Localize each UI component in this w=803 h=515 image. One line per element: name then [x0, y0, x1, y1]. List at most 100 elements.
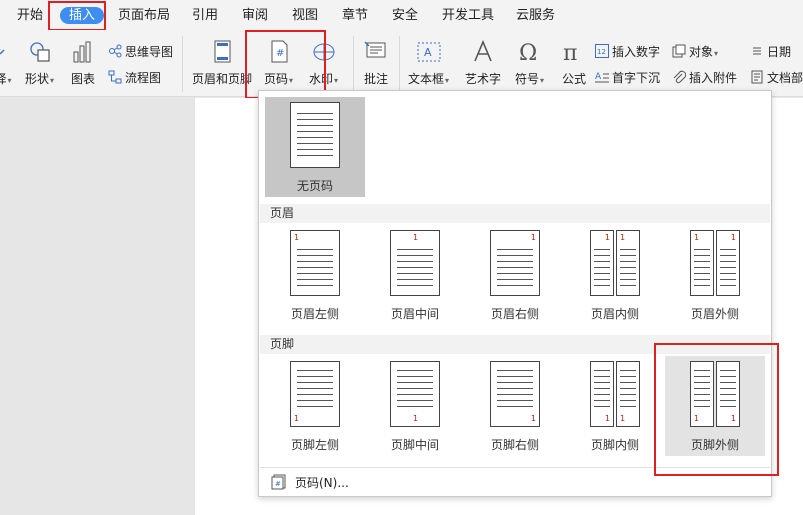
omega-icon: Ω [517, 40, 543, 66]
shapes-label: 形状 [25, 72, 50, 86]
date-icon [753, 47, 761, 55]
comment-icon [363, 40, 389, 64]
header-option-label: 页眉左侧 [290, 307, 339, 321]
mindmap-icon [109, 44, 122, 58]
wordart-button[interactable]: 艺术字 [465, 39, 502, 87]
object-label: 对象 [689, 45, 714, 59]
page-number-dialog-item[interactable]: # 页码(N)... [260, 467, 770, 495]
page-number-marker: 1 [620, 233, 626, 242]
footer-option-4[interactable]: 1 1 页脚内侧 [565, 356, 665, 456]
header-thumbnail-page: 1 [590, 230, 614, 296]
comment-label: 批注 [363, 72, 388, 86]
header-thumbnail-page: 1 [616, 230, 640, 296]
page-number-dropdown: 无页码 页眉 1 页眉左侧 1 页眉中间 1 页眉右侧 1 1 页眉内侧 1 1 页眉外侧 页脚 1 页… [258, 90, 772, 497]
menu-start[interactable]: 开始 [17, 7, 43, 24]
object-icon [672, 44, 686, 58]
ribbon-separator [353, 36, 354, 92]
drop-cap-icon: A [595, 72, 609, 83]
insert-number-label: 插入数字 [612, 45, 661, 59]
footer-thumbnail-page: 1 [490, 361, 540, 427]
page-number-dialog-label: 页码(N)... [295, 476, 349, 490]
menu-review[interactable]: 审阅 [242, 7, 268, 24]
footer-thumbnail-page: 1 [390, 361, 440, 427]
header-thumbnail-page: 1 [690, 230, 714, 296]
menu-insert[interactable]: 插入 [60, 7, 105, 24]
header-option-3[interactable]: 1 页眉右侧 [465, 225, 565, 325]
pi-icon: π [561, 40, 587, 66]
watermark-icon [311, 40, 337, 64]
menu-security[interactable]: 安全 [392, 7, 418, 24]
svg-text:π: π [563, 41, 577, 64]
header-footer-button[interactable]: 页眉和页脚 [192, 40, 252, 87]
flowchart-button[interactable]: 流程图 [108, 69, 161, 87]
header-option-label: 页眉外侧 [690, 307, 739, 321]
page-number-marker: 1 [413, 414, 419, 423]
watermark-button[interactable]: 水印▾ [309, 40, 338, 87]
header-option-1[interactable]: 1 页眉左侧 [265, 225, 365, 325]
shapes-button[interactable]: 形状▾ [25, 40, 54, 87]
symbol-label: 符号 [515, 72, 540, 86]
object-button[interactable]: 对象▾ [672, 43, 718, 61]
footer-thumbnail-page: 1 [716, 361, 740, 427]
svg-text:A: A [424, 46, 432, 59]
symbol-button[interactable]: Ω 符号▾ [515, 40, 544, 87]
page-number-marker: 1 [294, 414, 300, 423]
ribbon-separator [399, 36, 400, 92]
drop-cap-button[interactable]: A 首字下沉 [595, 69, 660, 87]
watermark-label: 水印 [309, 72, 334, 86]
footer-section-title: 页脚 [260, 335, 770, 354]
footer-option-2[interactable]: 1 页脚中间 [365, 356, 465, 456]
page-number-marker: 1 [530, 233, 536, 242]
menu-page-layout[interactable]: 页面布局 [118, 7, 170, 24]
header-thumbnail-page: 1 [490, 230, 540, 296]
footer-option-1[interactable]: 1 页脚左侧 [265, 356, 365, 456]
formula-button[interactable]: π 公式 [561, 40, 587, 87]
number-icon: 12 [595, 44, 609, 58]
header-thumbnail-page: 1 [716, 230, 740, 296]
attachment-button[interactable]: 插入附件 [672, 69, 737, 87]
insert-number-button[interactable]: 12 插入数字 [595, 43, 660, 61]
menu-references[interactable]: 引用 [192, 7, 218, 24]
menu-cloud[interactable]: 云服务 [516, 7, 555, 24]
footer-option-5[interactable]: 1 1 页脚外侧 [665, 356, 765, 456]
page-number-icon: # [266, 40, 292, 64]
partial-left-button[interactable]: 择▾ [0, 40, 16, 87]
comment-button[interactable]: 批注 [363, 40, 389, 87]
header-option-label: 页眉中间 [390, 307, 439, 321]
svg-text:A: A [595, 72, 602, 82]
menu-view[interactable]: 视图 [292, 7, 318, 24]
header-option-4[interactable]: 1 1 页眉内侧 [565, 225, 665, 325]
textbox-icon: A [416, 40, 442, 64]
header-thumbnail-page: 1 [390, 230, 440, 296]
wordart-label: 艺术字 [465, 72, 502, 86]
mindmap-button[interactable]: 思维导图 [108, 43, 173, 61]
svg-text:12: 12 [597, 48, 606, 56]
mindmap-label: 思维导图 [125, 45, 174, 59]
page-number-marker: 1 [730, 233, 736, 242]
shapes-icon [27, 40, 53, 64]
textbox-button[interactable]: A 文本框▾ [408, 40, 449, 87]
page-number-label: 页码 [264, 72, 289, 86]
header-option-5[interactable]: 1 1 页眉外侧 [665, 225, 765, 325]
ribbon: 择▾ 形状▾ 图表 思维导图 流程图 页眉和页脚 # 页码▾ 水印▾ 批注 A … [0, 30, 803, 97]
footer-option-3[interactable]: 1 页脚右侧 [465, 356, 565, 456]
menu-chapter[interactable]: 章节 [342, 7, 368, 24]
header-option-label: 页眉右侧 [490, 307, 539, 321]
date-button[interactable]: 日期 [750, 43, 791, 61]
svg-text:#: # [275, 480, 281, 488]
page-number-button[interactable]: # 页码▾ [264, 40, 293, 87]
header-option-label: 页眉内侧 [590, 307, 639, 321]
no-page-number-option[interactable]: 无页码 [265, 97, 365, 197]
header-section-title: 页眉 [260, 204, 770, 223]
footer-thumbnail-page: 1 [590, 361, 614, 427]
header-option-2[interactable]: 1 页眉中间 [365, 225, 465, 325]
chart-icon [70, 40, 96, 64]
doc-part-button[interactable]: 文档部 [750, 69, 803, 87]
wordart-icon [470, 39, 496, 64]
chart-button[interactable]: 图表 [70, 40, 96, 87]
menu-developer[interactable]: 开发工具 [442, 7, 494, 24]
header-footer-icon [209, 40, 235, 64]
flowchart-label: 流程图 [125, 71, 162, 85]
page-number-marker: 1 [604, 414, 610, 423]
doc-part-label: 文档部 [767, 71, 803, 85]
